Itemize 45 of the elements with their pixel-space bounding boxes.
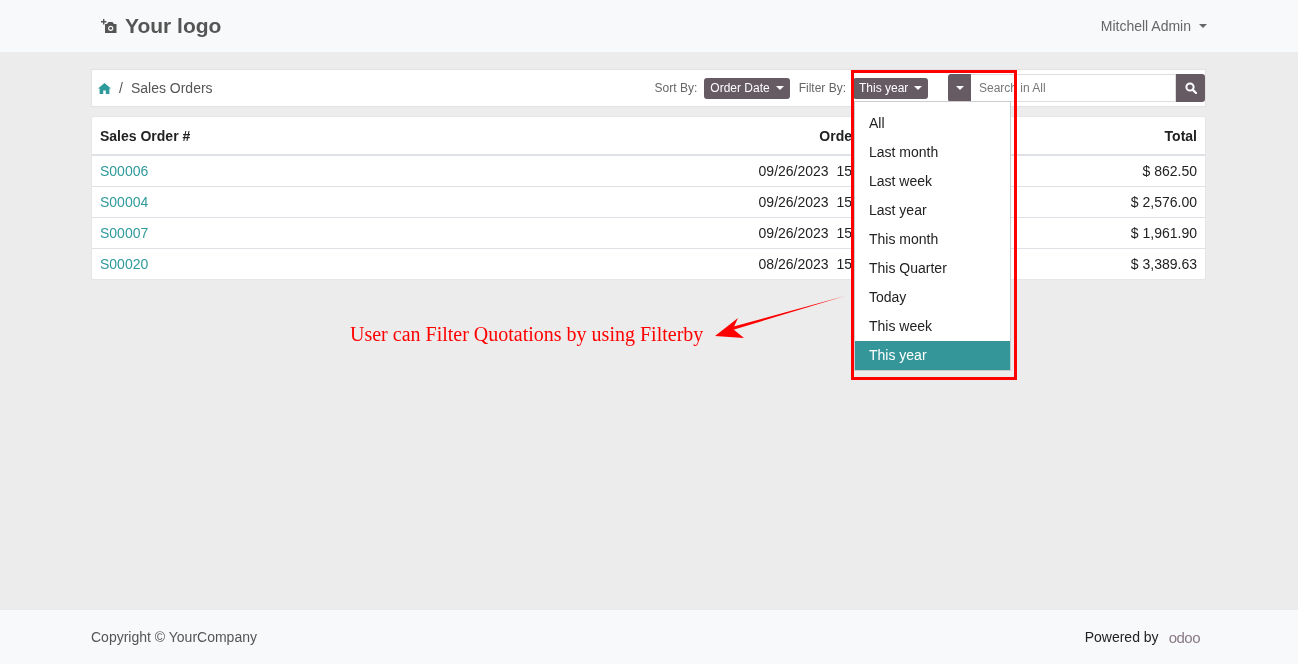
table-cell: 08/26/2023 15	[758, 256, 852, 272]
caret-icon	[914, 86, 923, 90]
table-cell: $ 2,576.00	[1130, 194, 1197, 210]
filter-option[interactable]: Last week	[855, 166, 1010, 196]
column-header: Orde	[818, 127, 852, 144]
filter-option[interactable]: This year	[855, 340, 1010, 370]
table-cell: 09/26/2023 15	[758, 194, 852, 210]
user-menu[interactable]: Mitchell Admin	[1100, 18, 1207, 34]
home-icon[interactable]	[98, 82, 111, 94]
filter-option[interactable]: Last month	[855, 137, 1010, 167]
filter-option[interactable]: This month	[855, 224, 1010, 254]
brand-logo[interactable]: odoo	[1168, 628, 1200, 646]
column-header: Total	[1163, 127, 1198, 144]
filter-label: Filter By:	[798, 81, 846, 95]
breadcrumb-separator: /	[119, 80, 123, 96]
sort-dropdown[interactable]: Order Date	[704, 77, 790, 99]
filter-option[interactable]: This week	[855, 311, 1010, 341]
table-cell: $ 3,389.63	[1130, 256, 1197, 272]
order-link[interactable]: S00020	[100, 256, 149, 272]
filter-option[interactable]: Last year	[855, 195, 1010, 225]
order-link[interactable]: S00006	[100, 163, 149, 179]
search-icon	[1184, 82, 1197, 94]
caret-icon	[775, 86, 784, 90]
table-cell: 09/26/2023 15	[758, 225, 852, 241]
column-header: Sales Order #	[99, 127, 192, 144]
annotation-text: User can Filter Quotations by using Filterby	[350, 323, 704, 346]
caret-icon	[1199, 24, 1207, 28]
copyright-text: Copyright © YourCompany	[91, 629, 257, 645]
filter-option[interactable]: Today	[855, 282, 1010, 312]
table-cell: $ 1,961.90	[1130, 225, 1197, 241]
powered-by-text: Powered by	[1084, 629, 1159, 645]
camera-icon	[100, 18, 118, 34]
filter-dropdown[interactable]: This year	[853, 77, 929, 99]
caret-icon	[955, 86, 964, 90]
table-cell: 09/26/2023 15	[758, 163, 852, 179]
filter-option[interactable]: All	[855, 108, 1010, 138]
order-link[interactable]: S00007	[100, 225, 149, 241]
search-options-button[interactable]	[948, 74, 971, 102]
search-button[interactable]	[1176, 74, 1205, 102]
logo-text: Your logo	[125, 14, 222, 38]
filter-option[interactable]: This Quarter	[855, 253, 1010, 283]
breadcrumb-current: Sales Orders	[130, 80, 213, 96]
table-cell: $ 862.50	[1142, 163, 1197, 179]
order-link[interactable]: S00004	[100, 194, 149, 210]
sort-label: Sort By:	[654, 81, 698, 95]
